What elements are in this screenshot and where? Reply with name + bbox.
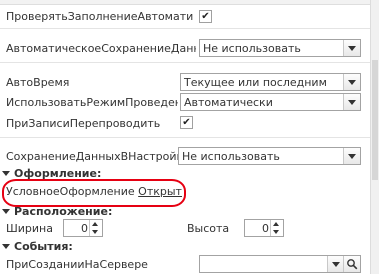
section-events-title: События: bbox=[14, 240, 73, 253]
posting-mode-value: Автоматически bbox=[184, 96, 273, 109]
chevron-down-icon bbox=[348, 46, 356, 51]
save-settings-label: СохранениеДанныхВНастройках bbox=[6, 150, 178, 163]
autotime-dropdown-button[interactable] bbox=[343, 74, 360, 90]
autotime-dropdown[interactable]: Текущее или последним bbox=[180, 73, 361, 91]
collapse-arrow-icon bbox=[2, 171, 10, 176]
chevron-down-icon bbox=[348, 100, 356, 105]
section-events[interactable]: События: bbox=[0, 240, 73, 253]
row-separator bbox=[0, 137, 370, 138]
section-layout[interactable]: Расположение: bbox=[0, 205, 112, 218]
height-value: 0 bbox=[262, 222, 269, 235]
height-stepper[interactable]: 0 bbox=[244, 219, 284, 237]
autotime-label: АвтоВремя bbox=[6, 76, 70, 89]
check-icon: ✔ bbox=[182, 117, 191, 128]
posting-mode-label: ИспользоватьРежимПроведения bbox=[6, 96, 178, 109]
section-layout-title: Расположение: bbox=[14, 205, 113, 218]
collapse-arrow-icon bbox=[2, 244, 10, 249]
chevron-down-icon bbox=[332, 262, 340, 267]
row-separator bbox=[0, 62, 370, 63]
search-icon bbox=[347, 259, 358, 270]
auto-save-dropdown[interactable]: Не использовать bbox=[199, 39, 361, 57]
on-create-server-label: ПриСозданииНаСервере bbox=[6, 258, 148, 271]
width-value: 0 bbox=[81, 222, 88, 235]
highlight-annotation bbox=[2, 179, 186, 207]
repost-checkbox[interactable]: ✔ bbox=[180, 116, 193, 129]
save-settings-value: Не использовать bbox=[182, 150, 280, 163]
check-icon: ✔ bbox=[201, 11, 210, 22]
check-fill-checkbox[interactable]: ✔ bbox=[199, 10, 212, 23]
width-stepper[interactable]: 0 bbox=[63, 219, 103, 237]
on-create-search-button[interactable] bbox=[343, 256, 360, 272]
row-separator bbox=[0, 28, 370, 29]
auto-save-label: АвтоматическоеСохранениеДанныхВ bbox=[6, 42, 196, 55]
width-stepper-buttons[interactable] bbox=[89, 220, 102, 236]
on-create-server-field[interactable] bbox=[199, 255, 361, 273]
posting-mode-dropdown-button[interactable] bbox=[343, 94, 360, 110]
arrow-up-icon bbox=[92, 222, 98, 226]
arrow-up-icon bbox=[273, 222, 279, 226]
chevron-down-icon bbox=[348, 154, 356, 159]
arrow-down-icon bbox=[273, 230, 279, 234]
auto-save-value: Не использовать bbox=[203, 42, 301, 55]
chevron-down-icon bbox=[348, 80, 356, 85]
save-settings-dropdown[interactable]: Не использовать bbox=[178, 147, 361, 165]
collapse-arrow-icon bbox=[2, 209, 10, 214]
scrollbar-thumb[interactable] bbox=[372, 60, 378, 180]
height-label: Высота bbox=[187, 222, 230, 235]
save-settings-dropdown-button[interactable] bbox=[343, 148, 360, 164]
vertical-scrollbar[interactable] bbox=[370, 0, 379, 274]
auto-save-dropdown-button[interactable] bbox=[343, 40, 360, 56]
repost-label: ПриЗаписиПерепроводить bbox=[6, 117, 161, 130]
top-toolbar bbox=[0, 0, 370, 5]
check-fill-label: ПроверятьЗаполнениеАвтоматическ bbox=[6, 10, 194, 23]
posting-mode-dropdown[interactable]: Автоматически bbox=[180, 93, 361, 111]
width-label: Ширина bbox=[6, 222, 53, 235]
arrow-down-icon bbox=[92, 230, 98, 234]
autotime-value: Текущее или последним bbox=[184, 76, 327, 89]
height-stepper-buttons[interactable] bbox=[270, 220, 283, 236]
on-create-dropdown-button[interactable] bbox=[327, 256, 344, 272]
